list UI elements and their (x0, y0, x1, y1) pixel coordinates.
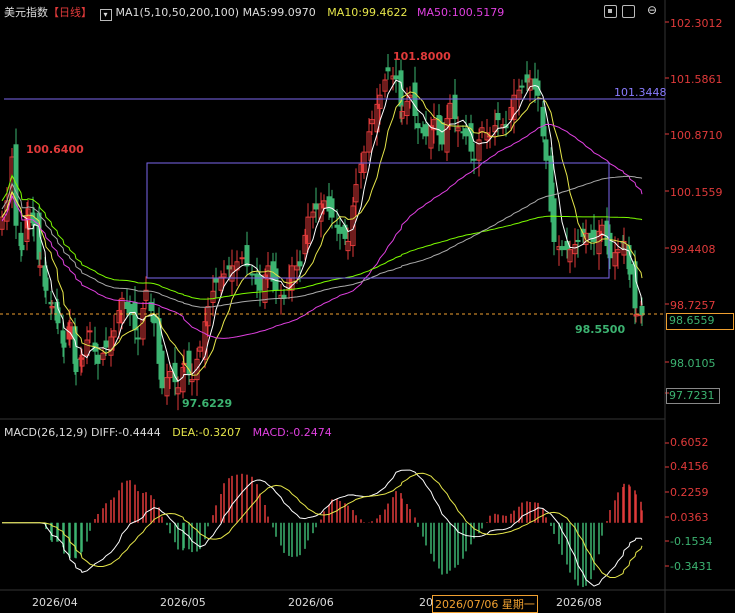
candle-body (471, 158, 477, 161)
ma5-line (1, 79, 643, 382)
price-axis-label: 98.7257 (670, 299, 716, 312)
macd-axis-label: -0.1534 (670, 535, 713, 548)
date-label: 2026/08 (556, 596, 602, 609)
close-icon[interactable] (622, 5, 635, 18)
macd-axis-label: 0.0363 (670, 511, 709, 524)
candle-body (540, 106, 546, 137)
ma-label: MA1(5,10,50,200,100) (115, 6, 240, 19)
macd-axis-label: 0.2259 (670, 486, 709, 499)
candle-body (132, 301, 138, 331)
candle-body (559, 246, 565, 251)
diff-value: DIFF:-0.4444 (91, 426, 161, 439)
date-label: 2026/04 (32, 596, 78, 609)
annotation-low: 97.6229 (182, 397, 233, 410)
candle-body (575, 239, 581, 242)
title-dropdown-icon[interactable]: ▾ (99, 9, 112, 21)
candle-body (337, 226, 343, 234)
candle-body (415, 123, 421, 129)
candle-body (43, 277, 49, 291)
macd-axis-label: -0.3431 (670, 560, 713, 573)
candle-body (551, 198, 557, 242)
annotation-recent-low: 98.5500 (575, 323, 626, 336)
macd-axis-label: 0.6052 (670, 436, 709, 449)
candle-body (543, 139, 549, 161)
candle-body (393, 75, 399, 80)
candle-body (159, 350, 165, 389)
candle-body (297, 261, 303, 267)
candle-body (423, 124, 429, 137)
candle-body (239, 257, 245, 260)
candle-body (535, 80, 541, 96)
candle-body (639, 305, 645, 316)
diff-line (2, 469, 643, 587)
candle-body (73, 358, 79, 373)
candle-body (95, 354, 101, 364)
candle-body (519, 85, 525, 88)
candle-body (439, 122, 445, 145)
candle-body (213, 278, 219, 283)
date-cursor-label: 2026/07/06 星期一 (432, 595, 538, 613)
dea-value: DEA:-0.3207 (172, 426, 242, 439)
candle-body (61, 342, 67, 348)
candle-body (244, 245, 250, 267)
period-label[interactable]: 【日线】 (48, 6, 92, 19)
macd-header: MACD(26,12,9) DIFF:-0.4444 DEA:-0.3207 M… (4, 426, 332, 439)
candle-body (313, 203, 319, 210)
price-axis-label: 97.7231 (669, 389, 715, 402)
candle-body (13, 144, 19, 226)
macd-axis-label: 0.4156 (670, 460, 709, 473)
settings-icon-dot (608, 9, 612, 13)
candle-body (55, 307, 61, 324)
candle-body (463, 128, 469, 137)
candle-body (627, 264, 633, 275)
candle-body (135, 337, 141, 340)
chart-header: 美元指数【日线】 ▾ MA1(5,10,50,200,100) MA5:99.09… (4, 4, 504, 21)
current-price: 98.6559 (669, 314, 715, 327)
range-box (146, 162, 610, 279)
candle-body (385, 67, 391, 72)
instrument-title[interactable]: 美元指数 (4, 6, 48, 19)
price-axis-label: 102.3012 (670, 17, 723, 30)
price-axis-label: 99.4408 (670, 243, 716, 256)
macd-label: MACD(26,12,9) (4, 426, 88, 439)
candle-body (591, 229, 597, 242)
macd-value: MACD:-0.2474 (252, 426, 332, 439)
ma5-value: MA5:99.0970 (242, 6, 316, 19)
price-axis-label: 100.1559 (670, 186, 723, 199)
candle-body (19, 245, 25, 251)
toggle-icon[interactable]: ⊖ (647, 3, 657, 17)
date-label: 20 (419, 596, 433, 609)
ma50-value: MA50:100.5179 (417, 6, 505, 19)
annotation-high: 101.8000 (393, 50, 451, 63)
ma200-line (1, 173, 643, 300)
date-label: 2026/06 (288, 596, 334, 609)
ma10-value: MA10:99.4622 (327, 6, 408, 19)
candle-body (103, 340, 109, 348)
date-label: 2026/05 (160, 596, 206, 609)
price-axis-label: 101.5861 (670, 73, 723, 86)
price-axis-label: 98.0105 (670, 357, 716, 370)
annotation-hline: 101.3448 (614, 86, 667, 99)
price-axis-label: 100.8710 (670, 129, 723, 142)
candle-body (495, 113, 501, 121)
candle-body (249, 273, 255, 276)
annotation-left-high: 100.6400 (26, 143, 84, 156)
